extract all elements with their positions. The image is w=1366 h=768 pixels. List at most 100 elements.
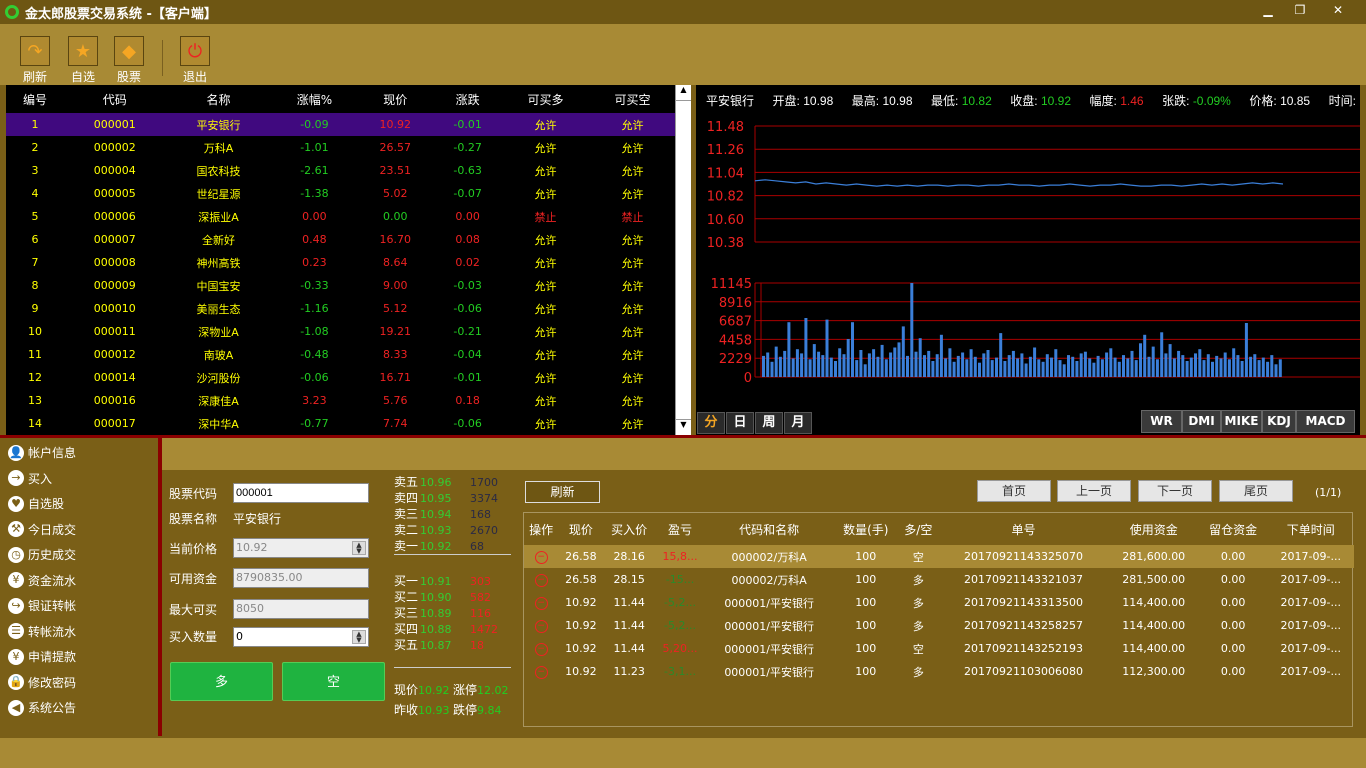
open-value: 10.98	[803, 94, 834, 108]
current-price-stepper[interactable]: 10.92 ▲ ▼	[233, 538, 369, 558]
last-page-button[interactable]: 尾页	[1219, 480, 1293, 502]
cell: 10.92	[565, 619, 597, 632]
column-header[interactable]: 现价	[558, 513, 603, 545]
scroll-up-icon[interactable]: ▲	[676, 85, 691, 101]
operation-cell: −	[524, 545, 559, 568]
stock-row[interactable]: 6 000007 全新好 0.48 16.70 0.08 允许 允许	[6, 228, 676, 251]
stock-row[interactable]: 12 000014 沙河股份 -0.06 16.71 -0.01 允许 允许	[6, 366, 676, 389]
stock-row[interactable]: 8 000009 中国宝安 -0.33 9.00 -0.03 允许 允许	[6, 274, 676, 297]
volume-bar	[952, 361, 956, 377]
scroll-down-icon[interactable]: ▼	[676, 419, 691, 435]
level-label: 买二	[394, 590, 419, 604]
sidebar-item[interactable]: → 买入	[0, 466, 158, 492]
refresh-orders-button[interactable]: 刷新	[525, 481, 600, 503]
buy-quantity-stepper[interactable]: 0 ▲ ▼	[233, 627, 369, 647]
short-button[interactable]: 空	[282, 662, 385, 701]
first-page-button[interactable]: 首页	[977, 480, 1051, 502]
position-row[interactable]: − 10.92 11.44 -5,2... 000001/平安银行 100 多 2017092…	[524, 591, 1354, 614]
low-value: 10.82	[961, 94, 992, 108]
close-label: 收盘:	[1010, 94, 1038, 108]
close-position-icon[interactable]: −	[534, 620, 548, 633]
column-header[interactable]: 下单时间	[1267, 513, 1354, 545]
indicator-tab-kdj[interactable]: KDJ	[1262, 410, 1296, 433]
stock-row[interactable]: 5 000006 深振业A 0.00 0.00 0.00 禁止 禁止	[6, 205, 676, 228]
column-header[interactable]: 涨幅%	[272, 85, 358, 113]
sidebar-item[interactable]: ◀ 系统公告	[0, 695, 158, 721]
position-row[interactable]: − 10.92 11.44 -5,2... 000001/平安银行 100 多 2017092…	[524, 614, 1354, 637]
cell-code: 000002	[93, 141, 136, 154]
sidebar-item[interactable]: ♥ 自选股	[0, 491, 158, 517]
stock-row[interactable]: 14 000017 深中华A -0.77 7.74 -0.06 允许 允许	[6, 412, 676, 435]
stock-row[interactable]: 2 000002 万科A -1.01 26.57 -0.27 允许 允许	[6, 136, 676, 159]
toolbar-power-button[interactable]: ⏻ 退出	[178, 36, 212, 85]
stock-row[interactable]: 3 000004 国农科技 -2.61 23.51 -0.63 允许 允许	[6, 159, 676, 182]
indicator-tab-wr[interactable]: WR	[1141, 410, 1182, 433]
column-header[interactable]: 操作	[524, 513, 558, 545]
stock-row[interactable]: 7 000008 神州高铁 0.23 8.64 0.02 允许 允许	[6, 251, 676, 274]
close-position-icon[interactable]: −	[534, 643, 548, 656]
volume-bar	[965, 359, 969, 377]
column-header[interactable]: 代码	[64, 85, 165, 113]
column-header[interactable]: 名称	[165, 85, 271, 113]
column-header[interactable]: 多/空	[898, 513, 938, 545]
stock-row[interactable]: 9 000010 美丽生态 -1.16 5.12 -0.06 允许 允许	[6, 297, 676, 320]
column-header[interactable]: 现价	[357, 85, 433, 113]
stock-row[interactable]: 10 000011 深物业A -1.08 19.21 -0.21 允许 允许	[6, 320, 676, 343]
period-tab[interactable]: 周	[755, 412, 783, 434]
close-button[interactable]: ✕	[1324, 2, 1352, 18]
spinner-icon[interactable]: ▲ ▼	[352, 630, 366, 644]
column-header[interactable]: 单号	[938, 513, 1108, 545]
column-header[interactable]: 留仓资金	[1199, 513, 1268, 545]
stock-row[interactable]: 11 000012 南玻A -0.48 8.33 -0.04 允许 允许	[6, 343, 676, 366]
indicator-tab-macd[interactable]: MACD	[1296, 410, 1355, 433]
column-header[interactable]: 编号	[6, 85, 64, 113]
long-button[interactable]: 多	[170, 662, 273, 701]
stock-row[interactable]: 13 000016 深康佳A 3.23 5.76 0.18 允许 允许	[6, 389, 676, 412]
close-position-icon[interactable]: −	[534, 574, 548, 587]
prev-page-button[interactable]: 上一页	[1057, 480, 1131, 502]
sidebar-item[interactable]: ⚒ 今日成交	[0, 517, 158, 543]
position-row[interactable]: −26.58 28.16 15,8... 000002/万科A 100 空 20170921…	[524, 545, 1354, 568]
column-header[interactable]: 数量(手)	[833, 513, 898, 545]
next-page-button[interactable]: 下一页	[1138, 480, 1212, 502]
column-header[interactable]: 使用资金	[1109, 513, 1199, 545]
period-tab[interactable]: 月	[784, 412, 812, 434]
indicator-tab-mike[interactable]: MIKE	[1221, 410, 1262, 433]
sidebar-item[interactable]: 👤 帐户信息	[0, 440, 158, 466]
close-position-icon[interactable]: −	[534, 551, 548, 564]
column-header[interactable]: 可买多	[502, 85, 589, 113]
column-header[interactable]: 代码和名称	[705, 513, 833, 545]
close-position-icon[interactable]: −	[534, 597, 548, 610]
toolbar-star-button[interactable]: ★ 自选	[66, 36, 100, 85]
period-tab[interactable]: 日	[726, 412, 754, 434]
column-header[interactable]: 涨跌	[433, 85, 502, 113]
volume-bar	[1257, 360, 1261, 377]
toolbar-diamond-button[interactable]: ◆ 股票	[112, 36, 146, 85]
indicator-tab-dmi[interactable]: DMI	[1182, 410, 1221, 433]
position-row[interactable]: − 26.58 28.15 -15... 000002/万科A 100 多 201709211…	[524, 568, 1354, 591]
sidebar-item[interactable]: ¥ 申请提款	[0, 644, 158, 670]
column-header[interactable]: 盈亏	[655, 513, 705, 545]
period-tab[interactable]: 分	[697, 412, 725, 434]
column-header[interactable]: 可买空	[589, 85, 676, 113]
stock-list-scrollbar[interactable]: ▲ ▼	[675, 85, 691, 435]
volume-bar	[1227, 359, 1231, 377]
stock-row[interactable]: 4 000005 世纪星源 -1.38 5.02 -0.07 允许 允许	[6, 182, 676, 205]
minimize-button[interactable]: ▁	[1254, 2, 1282, 18]
restore-button[interactable]: ❐	[1286, 2, 1314, 18]
sidebar-item[interactable]: ☰ 转帐流水	[0, 619, 158, 645]
position-row[interactable]: − 10.92 11.44 5,20... 000001/平安银行 100 空 2017092…	[524, 637, 1354, 660]
stock-row[interactable]: 1 000001 平安银行 -0.09 10.92 -0.01 允许 允许	[6, 113, 676, 136]
column-header[interactable]: 买入价	[603, 513, 655, 545]
position-row[interactable]: − 10.92 11.23 -3,1... 000001/平安银行 100 多 2017092…	[524, 660, 1354, 683]
sidebar-item[interactable]: ↪ 银证转帐	[0, 593, 158, 619]
cell-name: 深康佳A	[198, 394, 239, 408]
close-position-icon[interactable]: −	[534, 666, 548, 679]
stock-code-input[interactable]	[233, 483, 369, 503]
spinner-icon[interactable]: ▲ ▼	[352, 541, 366, 555]
sidebar-item[interactable]: 🔒 修改密码	[0, 670, 158, 696]
volume-bar	[859, 350, 863, 377]
sidebar-item[interactable]: ◷ 历史成交	[0, 542, 158, 568]
toolbar-refresh-button[interactable]: ↷ 刷新	[18, 36, 52, 85]
sidebar-item[interactable]: ¥ 资金流水	[0, 568, 158, 594]
